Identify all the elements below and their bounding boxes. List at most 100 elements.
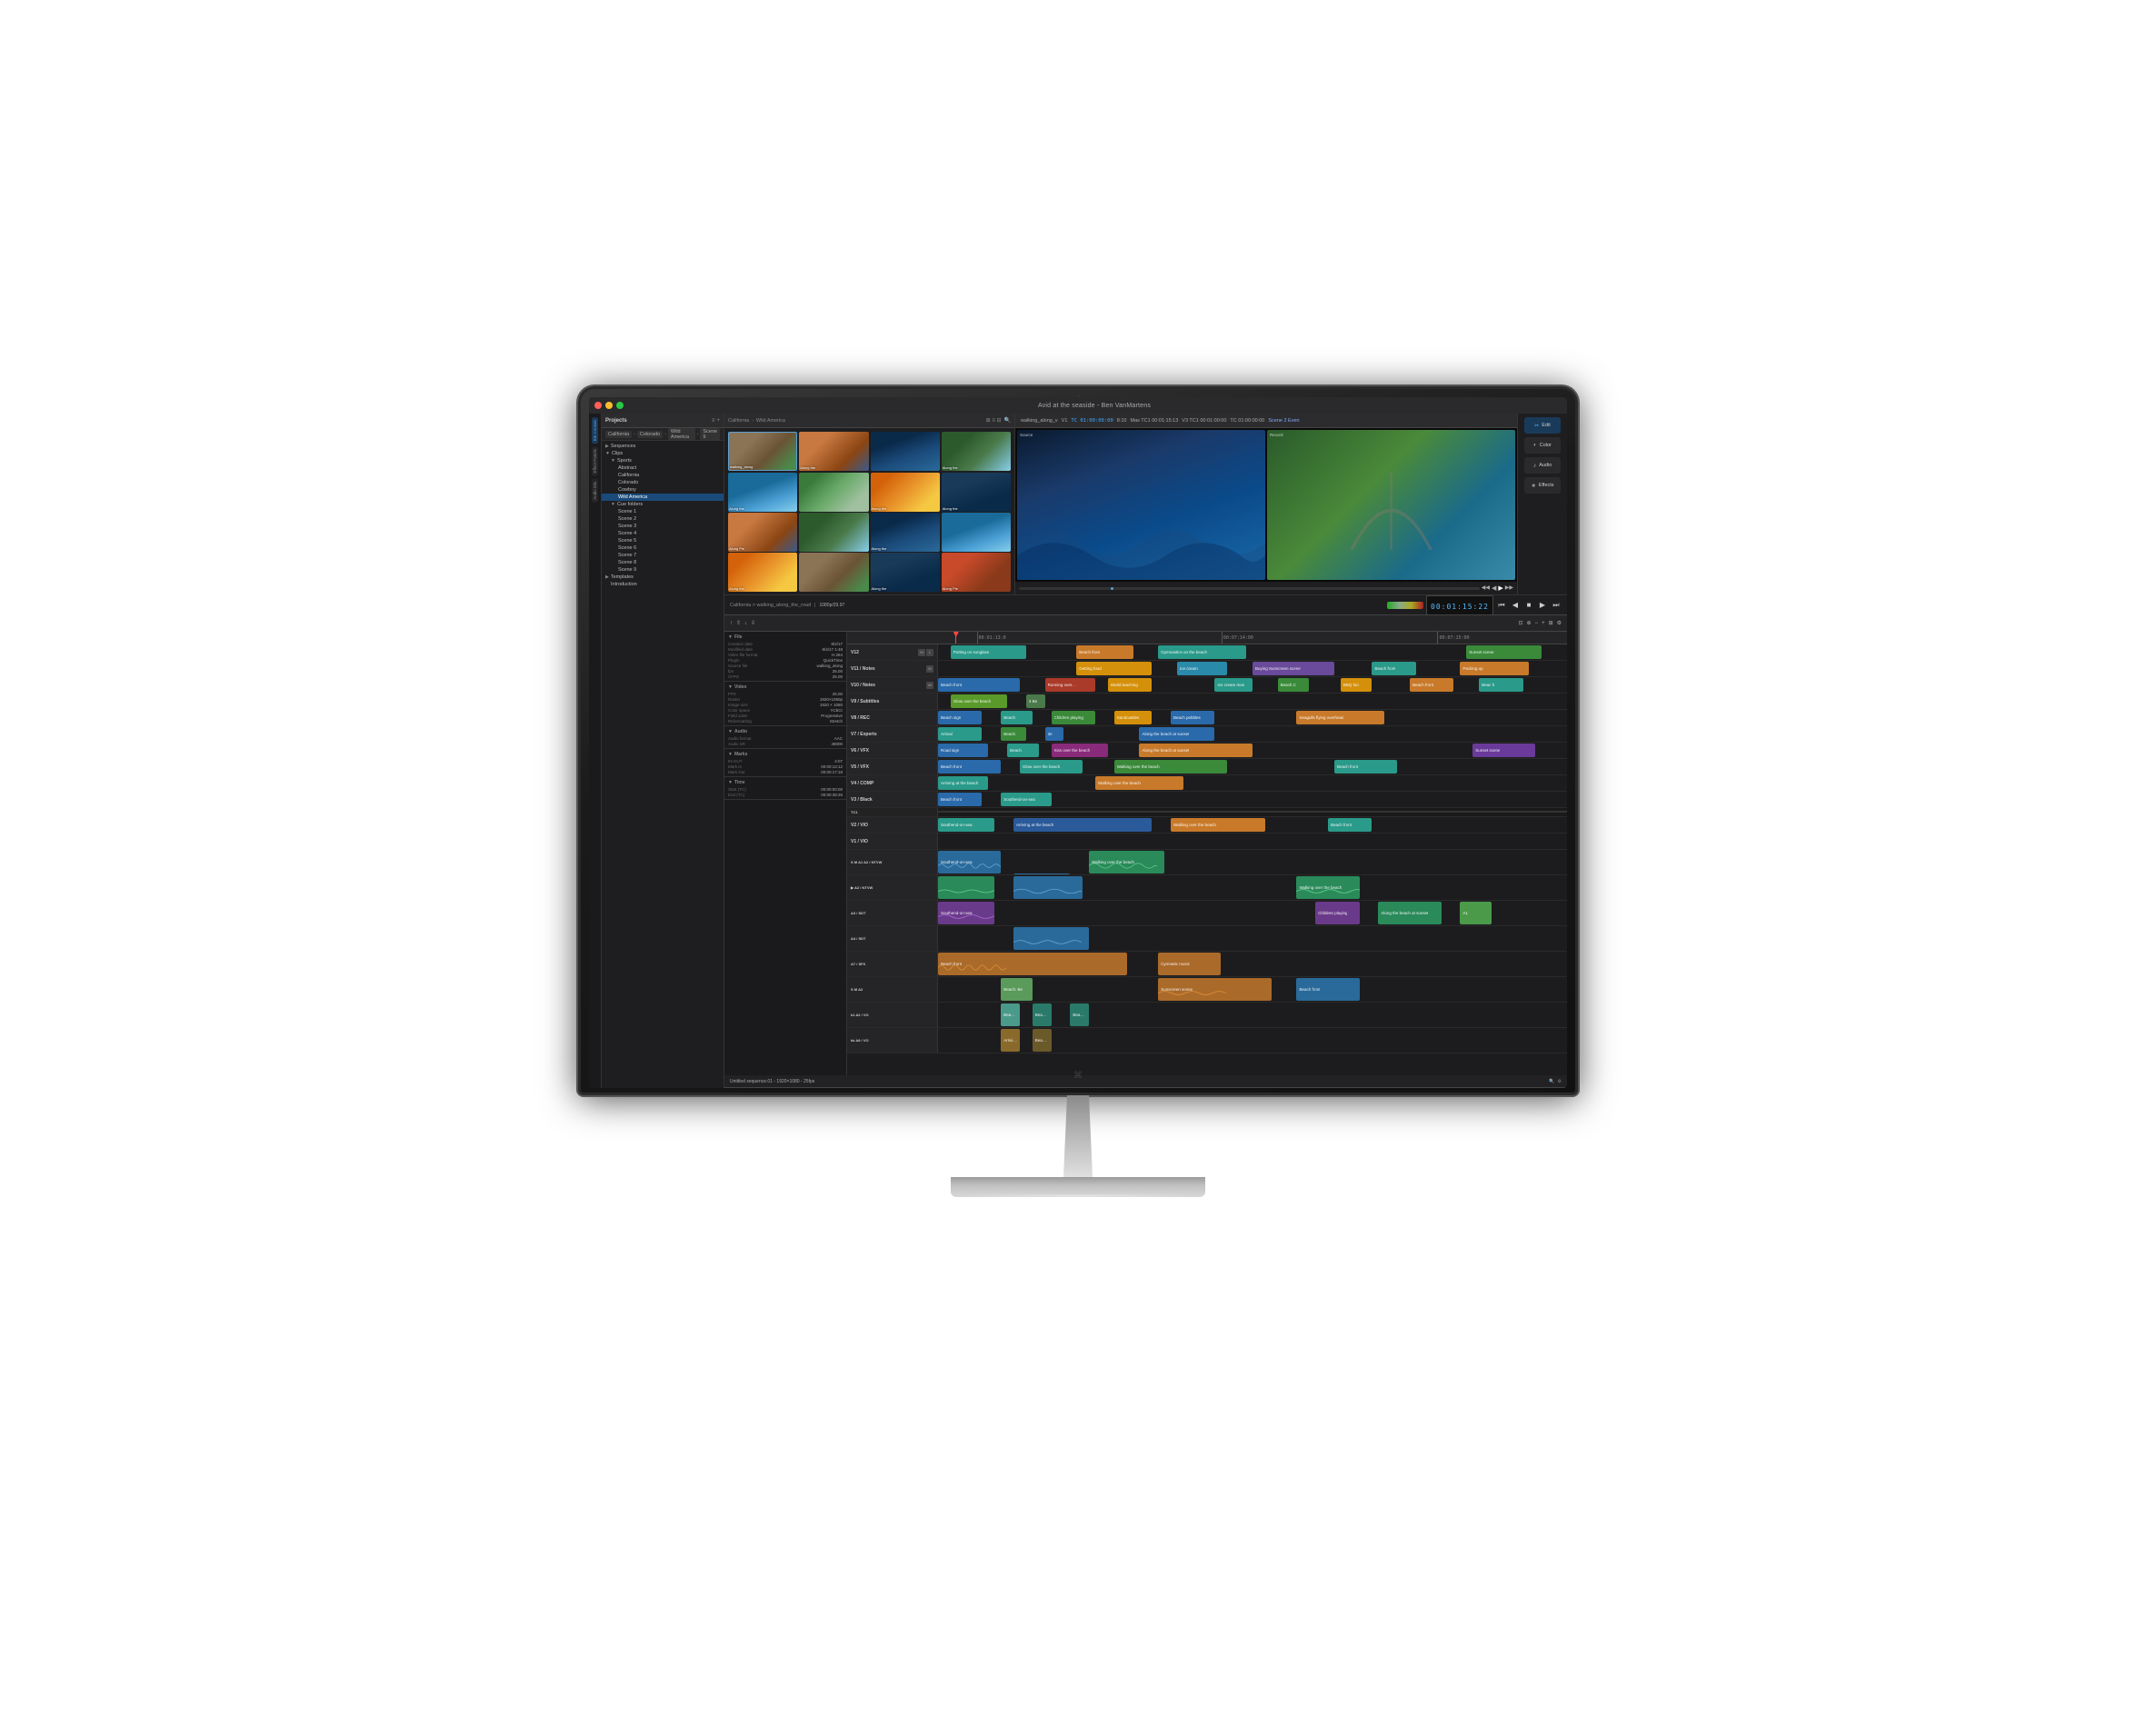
clip-beach-from[interactable]: Beach from [1076,645,1133,659]
clip-k1-beac2[interactable]: Beac: Br [1033,1003,1052,1026]
tl-lift-btn[interactable]: ↑ [730,621,733,626]
clip-a7-cinematic[interactable]: Cynmatic music [1158,953,1221,975]
media-thumb-15[interactable]: Along Pie [942,553,1011,592]
tree-scene8[interactable]: Scene 8 [602,559,724,566]
clip-beach-front2[interactable]: Beach front [1372,662,1415,675]
media-thumb-11[interactable] [942,513,1011,552]
clip-buying-sunscreen[interactable]: Buying Sunscreen scene [1253,662,1334,675]
clip-k1-beac[interactable]: Beac: Re [1001,1003,1020,1026]
inspector-color-btn[interactable]: ◐ Color [1524,437,1561,454]
clip-kiss-beach[interactable]: Kiss over the beach [1052,744,1108,757]
tree-scene3[interactable]: Scene 3 [602,523,724,530]
record-monitor[interactable]: Record [1267,430,1515,580]
clip-walking-beach[interactable]: Walking over the beach [1114,760,1228,774]
play-btn[interactable]: ▶ [1498,584,1502,592]
clip-getting-food[interactable]: Getting food [1076,662,1152,675]
breadcrumb-scene9[interactable]: Scene 9 [700,428,720,441]
goto-end-btn[interactable]: ⏭ [1551,601,1562,610]
clip-a2s-beach-front[interactable]: Beach front [1296,978,1359,1001]
tl-zoom-in-btn[interactable]: + [1542,621,1545,626]
clip-a2-arriving[interactable] [1013,876,1083,899]
media-thumb-1[interactable]: Along the [799,432,868,471]
tree-scene1[interactable]: Scene 1 [602,508,724,515]
media-thumb-3[interactable]: Along the [942,432,1011,471]
stop-tl-btn[interactable]: ■ [1523,601,1534,609]
clip-a1-walking[interactable]: Walking over the beach [1089,851,1164,873]
play-reverse-tl-btn[interactable]: ◀ [1510,601,1521,609]
track-v12-lock[interactable]: L [926,649,933,656]
tree-sequences[interactable]: ▶ Sequences [602,443,724,450]
clip-gymnastics[interactable]: Gymnastics on the beach [1158,645,1246,659]
breadcrumb-wildamerica[interactable]: Wild America [668,428,695,441]
seq-settings-icon[interactable]: ⚙ [1558,1079,1562,1084]
clip-sandcastles[interactable]: Sandcastles [1114,711,1153,724]
clip-putting-sunglass[interactable]: Putting on sunglass [951,645,1026,659]
clip-a4-1[interactable] [1013,927,1089,950]
clip-beach-pebbles[interactable]: Beach pebbles [1171,711,1214,724]
clip-a3-3[interactable]: Along the beach at sunset [1378,902,1441,924]
inspector-audio-btn[interactable]: ♪ Audio [1524,457,1561,474]
clip-v2-walking[interactable]: Walking over the beach [1171,818,1265,832]
clip-v2-1[interactable]: Southend-on-sea [938,818,994,832]
tl-zoom-out-btn[interactable]: − [1535,621,1539,626]
clip-beach-front7[interactable]: Beach front [938,793,982,806]
clip-kk-2[interactable]: Beac: Br [1033,1029,1052,1052]
inspector-edit-btn[interactable]: ✂ Edit [1524,417,1561,434]
clip-ice-cream-man[interactable]: Ice cream man [1214,678,1253,692]
clip-3e[interactable]: 3 Be [1026,694,1045,708]
tree-scene5[interactable]: Scene 5 [602,537,724,544]
source-monitor[interactable]: Source [1017,430,1265,580]
clip-a2s-be[interactable]: Beach: Be [1001,978,1033,1001]
tree-scene2[interactable]: Scene 2 [602,515,724,523]
clip-walking-beach2[interactable]: Walking over the beach [1095,776,1183,790]
clip-children-playing[interactable]: Children playing [1052,711,1095,724]
step-back-btn[interactable]: ◀ [1492,584,1496,592]
clip-a2-walking[interactable]: Walking over the beach [1296,876,1359,899]
vtab-bin[interactable]: Bin Contain [592,417,598,444]
clip-ice-cream[interactable]: Ice cream [1177,662,1227,675]
breadcrumb-california[interactable]: California [605,431,632,438]
tl-link-btn[interactable]: ⊕ [1527,620,1532,626]
clip-glow-beach2[interactable]: Glow over the beach [1020,760,1083,774]
clip-along-beach[interactable]: Along the beach at sunset [1139,744,1253,757]
clip-beac-fr[interactable]: Beac fr [1479,678,1522,692]
tree-scene9[interactable]: Scene 9 [602,566,724,574]
tree-scene4[interactable]: Scene 4 [602,530,724,537]
clip-southend-sea[interactable]: Southend-on-sea [1001,793,1051,806]
clip-a2s-sunscreen[interactable]: Sunscreen scene [1158,978,1272,1001]
media-view-icons[interactable]: ⊞ ≡ ⊟ [986,417,1002,424]
breadcrumb-colorado[interactable]: Colorado [637,431,663,438]
media-search-icon[interactable]: 🔍 [1004,417,1011,424]
clip-beach-front5[interactable]: Beach front [938,760,1001,774]
tl-settings-btn[interactable]: ⚙ [1557,620,1562,626]
clip-v8-1[interactable]: Beach sign [938,711,982,724]
track-v12-mute[interactable]: M [918,649,925,656]
media-thumb-12[interactable]: Along the [728,553,797,592]
tree-abstract[interactable]: Abstract [602,464,724,472]
panel-menu-icon[interactable]: ≡ [712,418,715,424]
clip-v7-beach[interactable]: Beach [1001,727,1026,741]
tree-cue-folders[interactable]: ▼ Cue folders [602,501,724,508]
media-thumb-13[interactable] [799,553,868,592]
close-button[interactable] [594,402,602,409]
tree-clips[interactable]: ▼ Clips [602,450,724,457]
tl-splice-btn[interactable]: ⇩ [751,620,755,626]
clip-v2-arriving[interactable]: Arriving at the beach [1013,818,1152,832]
step-fwd-btn[interactable]: ▶▶ [1505,584,1513,592]
media-thumb-6[interactable]: Along the [871,473,940,512]
vtab-audio[interactable]: Audio Mix [592,479,598,503]
media-thumb-10[interactable]: Along the [871,513,940,552]
clip-beach-front4[interactable]: Beach front [1410,678,1453,692]
tree-scene7[interactable]: Scene 7 [602,552,724,559]
clip-v8-beach[interactable]: Beach [1001,711,1033,724]
media-thumb-7[interactable]: Along the [942,473,1011,512]
clip-a1-southend[interactable]: Southend-on-sea [938,851,1001,873]
panel-new-icon[interactable]: + [716,418,720,424]
maximize-button[interactable] [616,402,624,409]
tree-templates[interactable]: ▶ Templates [602,574,724,581]
clip-packing-up[interactable]: Packing up [1460,662,1529,675]
track-v10-mute[interactable]: M [926,682,933,689]
goto-start-btn[interactable]: ⏮ [1496,601,1507,610]
vtab-effects[interactable]: Effect Panels [592,446,598,475]
clip-v7-3e[interactable]: 3e [1045,727,1064,741]
